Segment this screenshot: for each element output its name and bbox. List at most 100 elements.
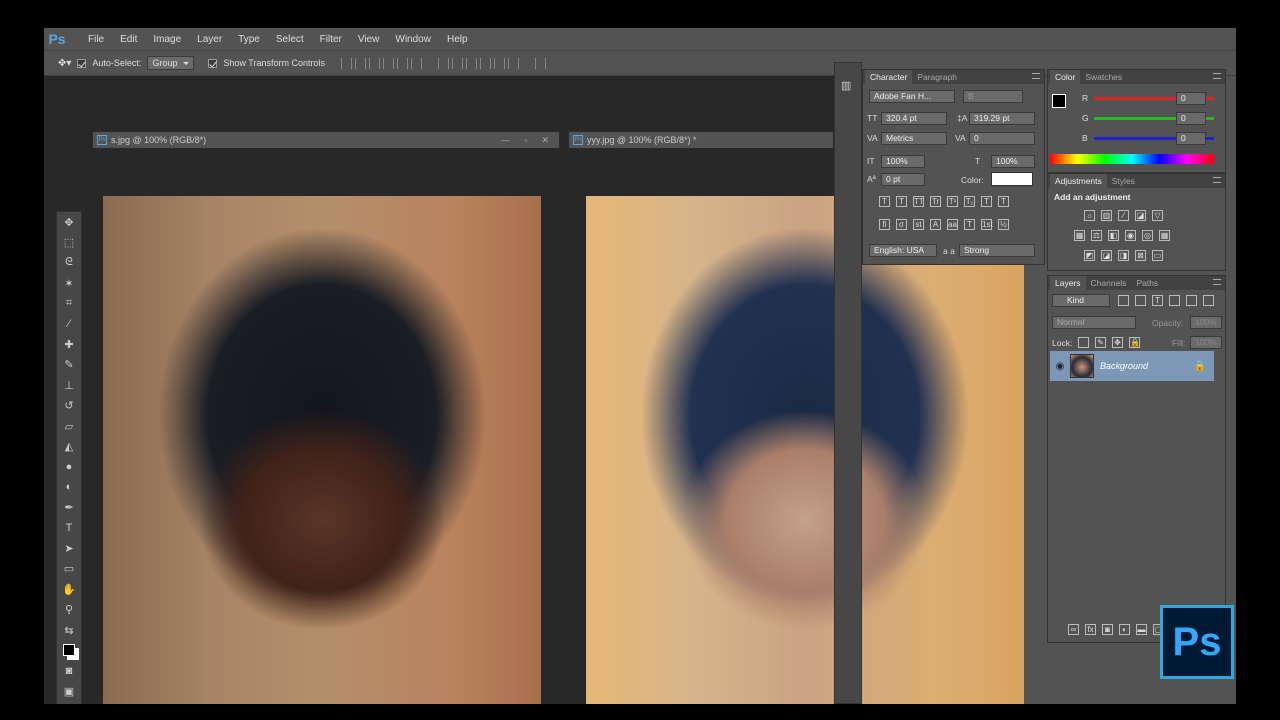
distribute-right-icon[interactable] <box>508 57 519 69</box>
eraser-tool-icon[interactable]: ▱ <box>57 416 81 436</box>
distribute-bottom-icon[interactable] <box>466 57 477 69</box>
tab-paragraph[interactable]: Paragraph <box>912 70 962 84</box>
lock-all-icon[interactable]: 🔒 <box>1129 337 1140 348</box>
small-caps-icon[interactable]: Tr <box>930 196 941 207</box>
levels-icon[interactable]: ▥ <box>1101 210 1112 221</box>
gradient-map-icon[interactable]: ▭ <box>1152 250 1163 261</box>
panel-menu-icon[interactable] <box>1213 279 1221 285</box>
visibility-eye-icon[interactable]: ◉ <box>1050 361 1070 372</box>
filter-toggle-icon[interactable] <box>1203 295 1214 306</box>
layer-mask-icon[interactable]: ◙ <box>1102 624 1113 635</box>
faux-bold-icon[interactable]: T <box>879 196 890 207</box>
align-bottom-icon[interactable] <box>369 57 380 69</box>
invert-icon[interactable]: ◩ <box>1084 250 1095 261</box>
color-spectrum[interactable] <box>1050 154 1214 164</box>
blur-tool-icon[interactable]: ● <box>57 457 81 477</box>
type-tool-icon[interactable]: T <box>57 518 81 538</box>
swash-icon[interactable]: A <box>930 219 941 230</box>
document-title-bar[interactable]: Ps yyy.jpg @ 100% (RGB/8*) * <box>569 132 833 148</box>
align-hcenter-icon[interactable] <box>397 57 408 69</box>
hand-tool-icon[interactable]: ✋ <box>57 579 81 599</box>
fractions-icon[interactable]: ½ <box>998 219 1009 230</box>
menu-window[interactable]: Window <box>387 34 439 45</box>
default-colors-icon[interactable]: ⇆ <box>57 620 81 640</box>
font-style-select[interactable]: B <box>963 90 1023 103</box>
document-canvas[interactable] <box>93 148 559 704</box>
stylistic-alternates-icon[interactable]: aa <box>947 219 958 230</box>
curves-icon[interactable]: ⁄ <box>1118 210 1129 221</box>
magic-wand-tool-icon[interactable]: ✶ <box>57 273 81 293</box>
move-tool-icon[interactable]: ✥▾ <box>58 58 71 69</box>
font-family-select[interactable]: Adobe Fan H... <box>869 90 955 103</box>
maximize-icon[interactable]: ▫ <box>524 135 527 146</box>
filter-shape-icon[interactable] <box>1169 295 1180 306</box>
tab-styles[interactable]: Styles <box>1107 174 1140 188</box>
move-tool-icon[interactable]: ✥ <box>57 212 81 232</box>
menu-select[interactable]: Select <box>268 34 312 45</box>
panel-menu-icon[interactable] <box>1213 73 1221 79</box>
dodge-tool-icon[interactable]: ◐ <box>57 477 81 497</box>
screen-mode-icon[interactable]: ▣ <box>57 681 81 701</box>
green-value[interactable]: 0 <box>1176 112 1206 125</box>
baseline-shift-field[interactable]: 0 pt <box>881 173 925 186</box>
lock-position-icon[interactable]: ✥ <box>1112 337 1123 348</box>
menu-edit[interactable]: Edit <box>112 34 145 45</box>
hue-saturation-icon[interactable]: ▦ <box>1074 230 1085 241</box>
vibrance-icon[interactable]: ▽ <box>1152 210 1163 221</box>
opacity-field[interactable]: 100% <box>1190 316 1222 329</box>
titling-alternates-icon[interactable]: T <box>964 219 975 230</box>
tracking-select[interactable]: 0 <box>969 132 1035 145</box>
discretionary-ligature-icon[interactable]: σ <box>896 219 907 230</box>
eyedropper-tool-icon[interactable]: ⁄ <box>57 314 81 334</box>
tab-adjustments[interactable]: Adjustments <box>1050 174 1107 188</box>
fill-field[interactable]: 100% <box>1190 336 1222 349</box>
text-color-swatch[interactable] <box>991 172 1033 186</box>
distribute-vcenter-icon[interactable] <box>452 57 463 69</box>
subscript-icon[interactable]: T₁ <box>964 196 975 207</box>
auto-align-icon[interactable] <box>535 57 546 69</box>
link-layers-icon[interactable]: ∞ <box>1068 624 1079 635</box>
distribute-left-icon[interactable] <box>480 57 491 69</box>
document-canvas[interactable] <box>569 148 1024 704</box>
layer-filter-kind[interactable]: Kind <box>1052 294 1110 307</box>
close-icon[interactable]: ✕ <box>541 135 549 146</box>
filter-pixel-icon[interactable] <box>1118 295 1129 306</box>
tab-color[interactable]: Color <box>1050 70 1081 84</box>
layer-style-icon[interactable]: fx <box>1085 624 1096 635</box>
language-select[interactable]: English: USA <box>869 244 937 257</box>
lasso-tool-icon[interactable]: ᘓ <box>57 253 81 273</box>
clone-stamp-tool-icon[interactable]: ⊥ <box>57 375 81 395</box>
channel-mixer-icon[interactable]: ◎ <box>1142 230 1153 241</box>
auto-select-dropdown[interactable]: Group <box>147 56 195 70</box>
posterize-icon[interactable]: ◪ <box>1101 250 1112 261</box>
history-brush-tool-icon[interactable]: ↺ <box>57 396 81 416</box>
font-size-field[interactable]: 320.4 pt <box>881 112 947 125</box>
distribute-hcenter-icon[interactable] <box>494 57 505 69</box>
strikethrough-icon[interactable]: T <box>998 196 1009 207</box>
blend-mode-select[interactable]: Normal <box>1052 316 1136 329</box>
new-adjustment-icon[interactable]: ◐ <box>1119 624 1130 635</box>
quick-mask-icon[interactable]: ◙ <box>57 661 81 681</box>
document-title-bar[interactable]: Ps s.jpg @ 100% (RGB/8*) — ▫ ✕ <box>93 132 559 148</box>
filter-adjustment-icon[interactable] <box>1135 295 1146 306</box>
transform-controls-checkbox[interactable] <box>208 58 218 68</box>
ordinals-icon[interactable]: 1st <box>981 219 993 230</box>
foreground-color-swatch[interactable] <box>1052 94 1066 108</box>
tab-swatches[interactable]: Swatches <box>1080 70 1127 84</box>
align-top-icon[interactable] <box>341 57 352 69</box>
leading-field[interactable]: 319.29 pt <box>969 112 1035 125</box>
kerning-select[interactable]: Metrics <box>881 132 947 145</box>
layer-row-background[interactable]: ◉ Background 🔒 <box>1050 351 1214 381</box>
minimize-icon[interactable]: — <box>501 135 510 146</box>
menu-type[interactable]: Type <box>230 34 268 45</box>
zoom-tool-icon[interactable]: ⚲ <box>57 599 81 619</box>
paint-bucket-tool-icon[interactable]: ◭ <box>57 436 81 456</box>
brightness-contrast-icon[interactable]: ☼ <box>1084 210 1095 221</box>
color-balance-icon[interactable]: ⚖ <box>1091 230 1102 241</box>
faux-italic-icon[interactable]: T <box>896 196 907 207</box>
rectangle-tool-icon[interactable]: ▭ <box>57 559 81 579</box>
tab-layers[interactable]: Layers <box>1050 276 1086 290</box>
new-group-icon[interactable]: ▬ <box>1136 624 1147 635</box>
threshold-icon[interactable]: ◨ <box>1118 250 1129 261</box>
menu-help[interactable]: Help <box>439 34 476 45</box>
